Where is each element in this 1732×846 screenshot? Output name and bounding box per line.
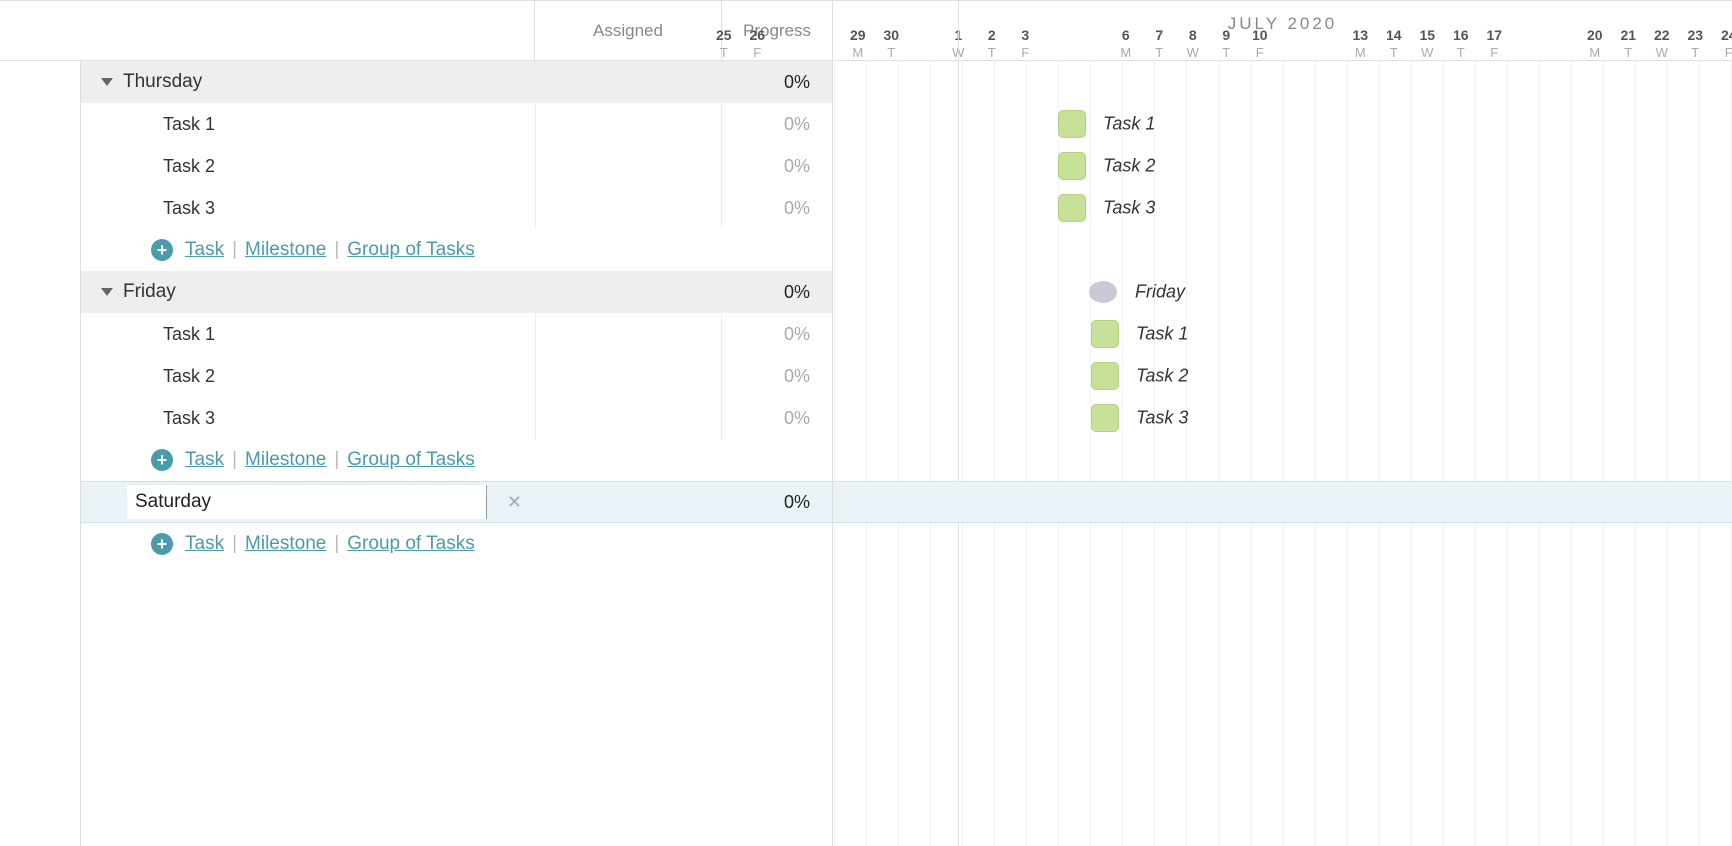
- bar-label: Task 3: [1103, 198, 1155, 219]
- clear-input-icon[interactable]: ✕: [507, 492, 522, 513]
- plus-circle-icon[interactable]: +: [151, 239, 173, 261]
- add-row: + Task | Milestone | Group of Tasks: [81, 523, 832, 565]
- group-progress: 0%: [722, 282, 832, 303]
- task-row[interactable]: Task 3 0%: [81, 397, 832, 439]
- add-group-link[interactable]: Group of Tasks: [347, 449, 474, 471]
- day-header: 25T: [707, 27, 741, 60]
- day-header: 30T: [875, 27, 909, 60]
- day-header: 2T: [975, 27, 1009, 60]
- day-header: [1277, 27, 1311, 60]
- day-header: 16T: [1444, 27, 1478, 60]
- add-row: + Task | Milestone | Group of Tasks: [81, 229, 832, 271]
- day-header: 9T: [1210, 27, 1244, 60]
- gantt-body[interactable]: Task 1 Task 2 Task 3 Frida: [833, 61, 1732, 846]
- day-header: 20M: [1578, 27, 1612, 60]
- group-row-friday[interactable]: Friday 0%: [81, 271, 832, 313]
- add-group-link[interactable]: Group of Tasks: [347, 533, 474, 555]
- task-progress: 0%: [722, 156, 832, 177]
- task-bar[interactable]: Task 1: [1091, 320, 1119, 348]
- task-progress: 0%: [722, 366, 832, 387]
- day-header: 24F: [1712, 27, 1732, 60]
- assigned-column-header[interactable]: Assigned: [535, 1, 722, 60]
- task-progress: 0%: [722, 114, 832, 135]
- day-header: 15W: [1411, 27, 1445, 60]
- task-name: Task 1: [163, 324, 215, 345]
- day-header: 17F: [1478, 27, 1512, 60]
- task-row[interactable]: Task 2 0%: [81, 355, 832, 397]
- task-name: Task 2: [163, 156, 215, 177]
- day-header: 26F: [741, 27, 775, 60]
- day-header: 3F: [1009, 27, 1043, 60]
- add-task-link[interactable]: Task: [185, 449, 224, 471]
- bar-label: Task 1: [1136, 324, 1188, 345]
- task-bar[interactable]: Task 2: [1058, 152, 1086, 180]
- day-header: 14T: [1377, 27, 1411, 60]
- task-row[interactable]: Task 1 0%: [81, 103, 832, 145]
- bar-label: Task 2: [1103, 156, 1155, 177]
- bar-label: Task 2: [1136, 366, 1188, 387]
- task-bar[interactable]: Task 1: [1058, 110, 1086, 138]
- day-header: 23T: [1679, 27, 1713, 60]
- task-name: Task 1: [163, 114, 215, 135]
- day-header: [774, 27, 808, 60]
- day-header: [1511, 27, 1545, 60]
- task-progress: 0%: [722, 198, 832, 219]
- add-task-link[interactable]: Task: [185, 533, 224, 555]
- day-header: [1310, 27, 1344, 60]
- day-header: [808, 27, 842, 60]
- day-header: 22W: [1645, 27, 1679, 60]
- day-header: 21T: [1612, 27, 1646, 60]
- task-name: Task 3: [163, 408, 215, 429]
- bar-label: Task 3: [1136, 408, 1188, 429]
- group-label: Thursday: [123, 71, 202, 93]
- day-header: [1545, 27, 1579, 60]
- task-list-panel: Assigned Progress Thursday 0% Task 1 0% …: [0, 1, 833, 846]
- add-task-link[interactable]: Task: [185, 239, 224, 261]
- add-milestone-link[interactable]: Milestone: [245, 239, 326, 261]
- day-header: 6M: [1109, 27, 1143, 60]
- add-group-link[interactable]: Group of Tasks: [347, 239, 474, 261]
- group-row-editing[interactable]: ✕ 0%: [81, 481, 832, 523]
- group-row-thursday[interactable]: Thursday 0%: [81, 61, 832, 103]
- add-milestone-link[interactable]: Milestone: [245, 449, 326, 471]
- day-header: [1042, 27, 1076, 60]
- task-name: Task 3: [163, 198, 215, 219]
- plus-circle-icon[interactable]: +: [151, 449, 173, 471]
- gantt-header: JULY 2020 25T26F29M30T1W2T3F6M7T8W9T10F1…: [833, 1, 1732, 61]
- day-header: 29M: [841, 27, 875, 60]
- add-milestone-link[interactable]: Milestone: [245, 533, 326, 555]
- task-bar[interactable]: Task 2: [1091, 362, 1119, 390]
- task-progress: 0%: [722, 324, 832, 345]
- day-header: 8W: [1176, 27, 1210, 60]
- task-bar[interactable]: Task 3: [1091, 404, 1119, 432]
- day-header: 13M: [1344, 27, 1378, 60]
- group-name-input[interactable]: [127, 485, 487, 519]
- task-row[interactable]: Task 3 0%: [81, 187, 832, 229]
- milestone-marker[interactable]: Friday: [1089, 281, 1117, 303]
- day-header: [908, 27, 942, 60]
- gantt-panel: JULY 2020 25T26F29M30T1W2T3F6M7T8W9T10F1…: [833, 1, 1732, 846]
- plus-circle-icon[interactable]: +: [151, 533, 173, 555]
- task-row[interactable]: Task 2 0%: [81, 145, 832, 187]
- task-bar[interactable]: Task 3: [1058, 194, 1086, 222]
- caret-down-icon[interactable]: [101, 288, 113, 296]
- day-header: 7T: [1143, 27, 1177, 60]
- group-label: Friday: [123, 281, 176, 303]
- day-header: 10F: [1243, 27, 1277, 60]
- day-header: [1076, 27, 1110, 60]
- task-list-body: Thursday 0% Task 1 0% Task 2 0% Task 3 0…: [80, 61, 832, 846]
- task-name: Task 2: [163, 366, 215, 387]
- group-progress: 0%: [722, 72, 832, 93]
- milestone-label: Friday: [1135, 282, 1185, 303]
- caret-down-icon[interactable]: [101, 78, 113, 86]
- group-progress: 0%: [722, 492, 832, 513]
- bar-label: Task 1: [1103, 114, 1155, 135]
- add-row: + Task | Milestone | Group of Tasks: [81, 439, 832, 481]
- task-progress: 0%: [722, 408, 832, 429]
- task-row[interactable]: Task 1 0%: [81, 313, 832, 355]
